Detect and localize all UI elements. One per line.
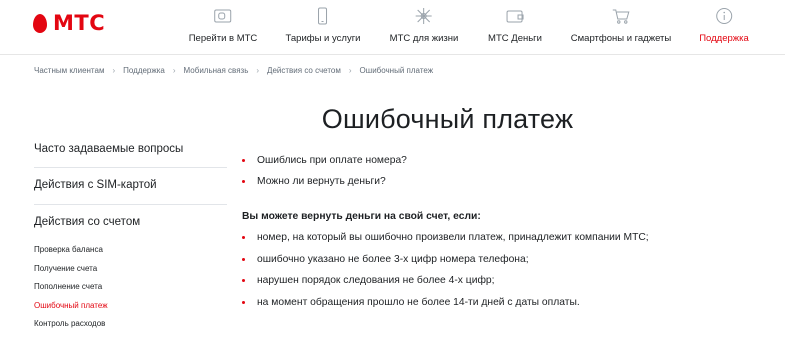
list-item: нарушен порядок следования не более 4-х … [242, 275, 762, 297]
bullet-icon [242, 257, 245, 261]
breadcrumb-item[interactable]: Частным клиентам [34, 66, 104, 75]
bullet-icon [242, 300, 245, 304]
breadcrumb-item[interactable]: Действия со счетом [267, 66, 341, 75]
bullet-icon [242, 159, 245, 162]
nav-label: МТС Деньги [488, 33, 542, 44]
list-item: ошибочно указано не более 3-х цифр номер… [242, 254, 762, 276]
sidebar-section-account[interactable]: Действия со счетом [34, 205, 227, 235]
nav-label: Тарифы и услуги [285, 33, 361, 44]
breadcrumb-item[interactable]: Поддержка [123, 66, 165, 75]
conditions-list: номер, на который вы ошибочно произвели … [242, 232, 762, 318]
chevron-right-icon: › [172, 66, 176, 75]
smartphone-icon [311, 6, 335, 26]
nav-item-smartphones[interactable]: Смартфоны и гаджеты [571, 6, 671, 44]
breadcrumb-current: Ошибочный платеж [359, 66, 434, 75]
sidebar-item-wrong-payment[interactable]: Ошибочный платеж [34, 301, 227, 320]
questions-list: Ошиблись при оплате номера? Можно ли вер… [242, 155, 762, 197]
list-item: на момент обращения прошло не более 14-т… [242, 297, 762, 319]
wallet-icon [503, 6, 527, 26]
sim-card-icon [211, 6, 235, 26]
shopping-cart-icon [609, 6, 633, 26]
sidebar-item-expense-control[interactable]: Контроль расходов [34, 319, 227, 338]
nav-item-support[interactable]: Поддержка [699, 6, 749, 44]
conditions-heading: Вы можете вернуть деньги на свой счет, е… [242, 211, 481, 222]
sidebar-section-sim[interactable]: Действия с SIM-картой [34, 168, 227, 205]
sparkle-icon [412, 6, 436, 26]
nav-label: Поддержка [699, 33, 749, 44]
page-title: Ошибочный платеж [321, 104, 574, 134]
chevron-right-icon: › [256, 66, 260, 75]
sidebar: Часто задаваемые вопросы Действия с SIM-… [34, 140, 227, 338]
bullet-icon [242, 279, 245, 282]
main-nav: Перейти в МТС Тарифы и услуги МТС для жи… [0, 6, 785, 50]
condition-text: на момент обращения прошло не более 14-т… [257, 296, 580, 308]
breadcrumb: Частным клиентам › Поддержка › Мобильная… [34, 66, 433, 75]
question-text: Ошиблись при оплате номера? [257, 155, 407, 166]
bullet-icon [242, 180, 245, 183]
sidebar-section-faq[interactable]: Часто задаваемые вопросы [34, 140, 227, 168]
sidebar-item-top-up[interactable]: Пополнение счета [34, 282, 227, 301]
condition-text: номер, на который вы ошибочно произвели … [257, 232, 649, 243]
nav-item-tariffs[interactable]: Тарифы и услуги [285, 6, 361, 44]
breadcrumb-item[interactable]: Мобильная связь [184, 66, 249, 75]
nav-item-go-to-mts[interactable]: Перейти в МТС [188, 6, 258, 44]
nav-item-mts-for-life[interactable]: МТС для жизни [389, 6, 459, 44]
nav-label: МТС для жизни [389, 33, 459, 44]
chevron-right-icon: › [112, 66, 116, 75]
sidebar-item-get-invoice[interactable]: Получение счета [34, 264, 227, 283]
header-divider [0, 54, 785, 55]
list-item: Можно ли вернуть деньги? [242, 176, 762, 197]
list-item: Ошиблись при оплате номера? [242, 155, 762, 176]
main-content: Ошиблись при оплате номера? Можно ли вер… [242, 155, 762, 318]
list-item: номер, на который вы ошибочно произвели … [242, 232, 762, 254]
info-icon [712, 6, 736, 26]
nav-item-mts-money[interactable]: МТС Деньги [488, 6, 542, 44]
nav-label: Перейти в МТС [188, 33, 258, 44]
bullet-icon [242, 236, 245, 239]
nav-label: Смартфоны и гаджеты [570, 33, 672, 44]
chevron-right-icon: › [348, 66, 352, 75]
question-text: Можно ли вернуть деньги? [257, 176, 386, 187]
condition-text: нарушен порядок следования не более 4-х … [257, 275, 495, 286]
condition-text: ошибочно указано не более 3-х цифр номер… [257, 253, 529, 265]
sidebar-item-check-balance[interactable]: Проверка баланса [34, 245, 227, 264]
